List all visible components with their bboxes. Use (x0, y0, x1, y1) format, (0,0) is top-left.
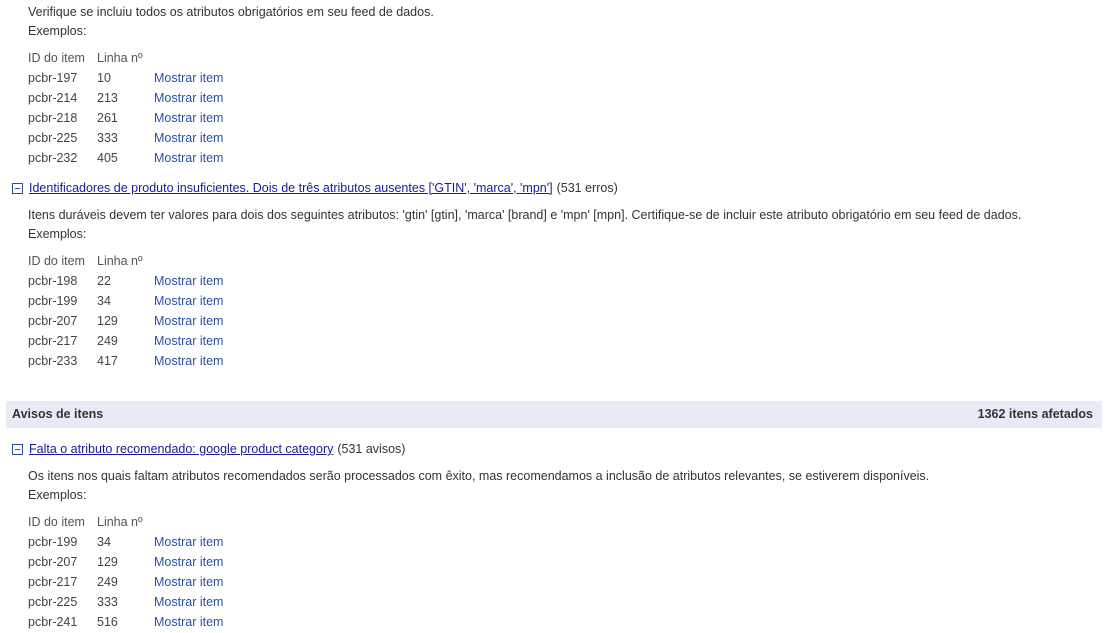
item-id: pcbr-225 (28, 131, 78, 145)
issue-title-link[interactable]: Identificadores de produto insuficientes… (29, 179, 553, 197)
table-header-row: ID do item Linha nº (28, 512, 223, 532)
show-item-link[interactable]: Mostrar item (154, 535, 223, 549)
show-item-link[interactable]: Mostrar item (154, 111, 223, 125)
table-header-row: ID do item Linha nº (28, 48, 223, 68)
collapse-minus-icon[interactable] (12, 443, 23, 455)
line-number: 129 (97, 555, 118, 569)
table-row: pcbr-199 34 Mostrar item (28, 291, 223, 311)
column-header-action (154, 251, 223, 271)
show-item-link[interactable]: Mostrar item (154, 71, 223, 85)
show-item-link[interactable]: Mostrar item (154, 151, 223, 165)
table-row: pcbr-233 417 Mostrar item (28, 351, 223, 371)
table-row: pcbr-214 213 Mostrar item (28, 88, 223, 108)
item-id: pcbr-225 (28, 595, 78, 609)
show-item-link[interactable]: Mostrar item (154, 555, 223, 569)
column-header-line-number: Linha nº (97, 515, 143, 529)
section-title: Avisos de itens (12, 407, 104, 421)
table-row: pcbr-225 333 Mostrar item (28, 128, 223, 148)
examples-label: Exemplos: (28, 488, 87, 502)
issue-count: (531 avisos) (337, 442, 406, 456)
line-number: 333 (97, 131, 118, 145)
examples-table: ID do item Linha nº pcbr-197 10 Mostrar … (28, 48, 223, 168)
item-id: pcbr-207 (28, 555, 78, 569)
column-header-item-id: ID do item (28, 515, 85, 529)
line-number: 10 (97, 71, 111, 85)
table-row: pcbr-232 405 Mostrar item (28, 148, 223, 168)
table-row: pcbr-197 10 Mostrar item (28, 68, 223, 88)
table-row: pcbr-207 129 Mostrar item (28, 552, 223, 572)
collapse-minus-icon[interactable] (12, 182, 23, 194)
line-number: 249 (97, 334, 118, 348)
show-item-link[interactable]: Mostrar item (154, 575, 223, 589)
item-id: pcbr-198 (28, 274, 78, 288)
show-item-link[interactable]: Mostrar item (154, 334, 223, 348)
show-item-link[interactable]: Mostrar item (154, 354, 223, 368)
line-number: 213 (97, 91, 118, 105)
line-number: 261 (97, 111, 118, 125)
line-number: 516 (97, 615, 118, 629)
show-item-link[interactable]: Mostrar item (154, 131, 223, 145)
table-header-row: ID do item Linha nº (28, 251, 223, 271)
table-row: pcbr-198 22 Mostrar item (28, 271, 223, 291)
line-number: 417 (97, 354, 118, 368)
line-number: 34 (97, 535, 111, 549)
examples-table: ID do item Linha nº pcbr-198 22 Mostrar … (28, 251, 223, 371)
column-header-line-number: Linha nº (97, 51, 143, 65)
table-row: pcbr-217 249 Mostrar item (28, 572, 223, 592)
issue-description: Os itens nos quais faltam atributos reco… (28, 469, 930, 483)
examples-label: Exemplos: (28, 24, 87, 38)
column-header-action (154, 48, 223, 68)
issue-description: Itens duráveis devem ter valores para do… (28, 208, 1022, 222)
line-number: 22 (97, 274, 111, 288)
item-id: pcbr-199 (28, 294, 78, 308)
table-row: pcbr-207 129 Mostrar item (28, 311, 223, 331)
table-row: pcbr-241 516 Mostrar item (28, 612, 223, 632)
column-header-item-id: ID do item (28, 51, 85, 65)
item-id: pcbr-214 (28, 91, 78, 105)
item-id: pcbr-241 (28, 615, 78, 629)
issue-count: (531 erros) (556, 181, 618, 195)
line-number: 333 (97, 595, 118, 609)
line-number: 405 (97, 151, 118, 165)
table-row: pcbr-225 333 Mostrar item (28, 592, 223, 612)
table-row: pcbr-218 261 Mostrar item (28, 108, 223, 128)
line-number: 249 (97, 575, 118, 589)
line-number: 34 (97, 294, 111, 308)
show-item-link[interactable]: Mostrar item (154, 615, 223, 629)
column-header-item-id: ID do item (28, 254, 85, 268)
item-warnings-bar: Avisos de itens 1362 itens afetados (6, 401, 1102, 428)
examples-label: Exemplos: (28, 227, 87, 241)
show-item-link[interactable]: Mostrar item (154, 595, 223, 609)
show-item-link[interactable]: Mostrar item (154, 274, 223, 288)
line-number: 129 (97, 314, 118, 328)
examples-table: ID do item Linha nº pcbr-199 34 Mostrar … (28, 512, 223, 632)
issue-header: Falta o atributo recomendado: google pro… (12, 440, 405, 458)
item-id: pcbr-197 (28, 71, 78, 85)
issue-description: Verifique se incluiu todos os atributos … (28, 5, 434, 19)
item-id: pcbr-232 (28, 151, 78, 165)
item-id: pcbr-233 (28, 354, 78, 368)
item-id: pcbr-217 (28, 575, 78, 589)
table-row: pcbr-217 249 Mostrar item (28, 331, 223, 351)
show-item-link[interactable]: Mostrar item (154, 314, 223, 328)
table-row: pcbr-199 34 Mostrar item (28, 532, 223, 552)
column-header-line-number: Linha nº (97, 254, 143, 268)
item-id: pcbr-207 (28, 314, 78, 328)
issue-header: Identificadores de produto insuficientes… (12, 179, 618, 197)
show-item-link[interactable]: Mostrar item (154, 91, 223, 105)
item-id: pcbr-199 (28, 535, 78, 549)
column-header-action (154, 512, 223, 532)
item-id: pcbr-218 (28, 111, 78, 125)
issue-title-link[interactable]: Falta o atributo recomendado: google pro… (29, 440, 333, 458)
affected-items-count: 1362 itens afetados (977, 407, 1093, 421)
show-item-link[interactable]: Mostrar item (154, 294, 223, 308)
item-id: pcbr-217 (28, 334, 78, 348)
